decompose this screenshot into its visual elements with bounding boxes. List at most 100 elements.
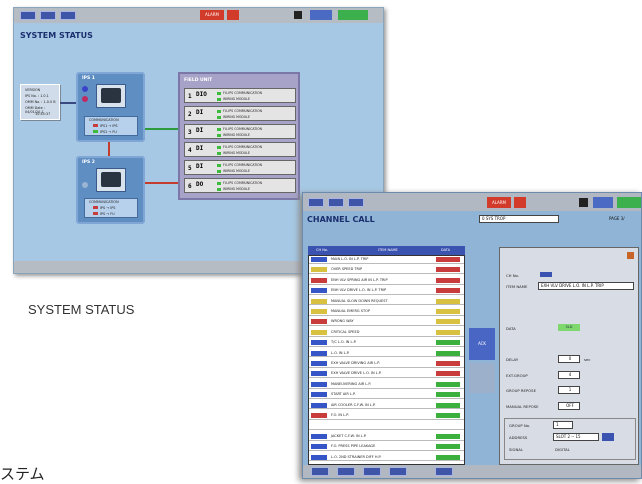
- table-row[interactable]: F.O. IN L.P.: [309, 412, 464, 420]
- field-unit-row[interactable]: 5 DI FU-IPS COMMUNICATION WIRING MODULE: [184, 160, 296, 175]
- ch-no-swatch: [311, 423, 327, 429]
- status-indicator: [294, 11, 302, 19]
- table-row[interactable]: MANUAL SLOW DOWN REQUEST: [309, 298, 464, 306]
- label-group-no: GROUP No.: [509, 423, 531, 428]
- cc-alarm-button[interactable]: ALARM: [487, 197, 511, 208]
- cc-search-field[interactable]: 0 SYS TROP: [479, 215, 559, 223]
- address-set-button[interactable]: [602, 433, 614, 441]
- ips2-comm-label: COMMUNICATION: [89, 200, 119, 204]
- table-row[interactable]: EXH VALVE DRIVING AIR L.P.: [309, 360, 464, 368]
- address-field: SLOT 2 -- 15: [553, 433, 599, 441]
- field-unit-type: DIO: [196, 91, 207, 98]
- table-row[interactable]: L.O. IN L.P.: [309, 350, 464, 358]
- field-unit-status2: WIRING MODULE: [217, 169, 250, 173]
- cc-alarm-indicator[interactable]: [514, 197, 526, 208]
- field-unit-number: 1: [188, 93, 192, 100]
- cc-bottom-button-2[interactable]: [337, 467, 355, 476]
- table-row[interactable]: OVER SPEED TRIP: [309, 266, 464, 275]
- cc-title: CHANNEL CALL: [307, 215, 375, 224]
- manual-repose-field[interactable]: OFF: [558, 402, 580, 410]
- data-status: [436, 267, 460, 273]
- signal-value: DIGITAL: [555, 447, 570, 452]
- toolbar-button-1[interactable]: [20, 11, 36, 20]
- label-group-repose: GROUP REPOSE: [506, 388, 536, 393]
- data-status: [436, 433, 460, 439]
- table-row[interactable]: MANEUVERING AIR L.P.: [309, 381, 464, 389]
- table-row[interactable]: MAIN L.O. IN L.P. TRIP: [309, 256, 464, 264]
- cc-bottom-button-4[interactable]: [389, 467, 407, 476]
- group-no-field[interactable]: 1: [553, 421, 573, 429]
- label-delay: DELAY: [506, 357, 519, 362]
- cc-toolbar-button-3[interactable]: [348, 198, 364, 207]
- table-row[interactable]: START AIR L.P.: [309, 391, 464, 399]
- table-row[interactable]: ENH VLV SPRING AIR IN L.P. TRIP: [309, 277, 464, 285]
- data-status: [436, 423, 460, 429]
- table-row[interactable]: CRITICAL SPEED: [309, 329, 464, 337]
- table-row[interactable]: T/C L.O. IN L.P.: [309, 339, 464, 347]
- ips2-panel[interactable]: IPS 2 COMMUNICATION IPS → IPS IPS → FU: [76, 156, 145, 224]
- table-row[interactable]: EXH VALVE DRIVE L.O. IN L.P.: [309, 370, 464, 379]
- field-unit-status2: WIRING MODULE: [217, 115, 250, 119]
- red-link: [144, 182, 180, 184]
- item-name: F.O. IN L.P.: [331, 413, 349, 417]
- label-item-name: ITEM NAME: [506, 284, 528, 289]
- header-item-name: ITEM NAME: [378, 248, 398, 252]
- toolbar-button-3[interactable]: [60, 11, 76, 20]
- data-value: SLD: [558, 324, 580, 331]
- group-repose-field[interactable]: 1: [558, 386, 580, 394]
- blank-button[interactable]: [469, 363, 495, 393]
- data-status: [436, 277, 460, 283]
- item-name: MANEUVERING AIR L.P.: [331, 381, 372, 386]
- ips2-monitor-icon: [96, 168, 126, 192]
- ips2-communication: COMMUNICATION IPS → IPS IPS → FU: [84, 198, 138, 218]
- ext-group-field[interactable]: 4: [558, 371, 580, 379]
- field-unit-row[interactable]: 4 DI FU-IPS COMMUNICATION WIRING MODULE: [184, 142, 296, 157]
- table-row[interactable]: MANUAL EMERG STOP: [309, 308, 464, 316]
- data-status: [436, 340, 460, 346]
- field-unit-type: DI: [196, 145, 204, 152]
- ips-link: [108, 141, 110, 157]
- field-unit-status2: WIRING MODULE: [217, 133, 250, 137]
- delay-field[interactable]: 0: [558, 355, 580, 363]
- toolbar-button-2[interactable]: [40, 11, 56, 20]
- alarm-button[interactable]: ALARM: [200, 10, 224, 20]
- field-unit-row[interactable]: 6 DO FU-IPS COMMUNICATION WIRING MODULE: [184, 178, 296, 193]
- cc-bottom-button-1[interactable]: [311, 467, 329, 476]
- item-name: F.O. PRESS PIPE LEAKAGE: [331, 444, 376, 449]
- ch-no-swatch: [311, 413, 327, 418]
- cc-table-header: CH No. ITEM NAME DATA: [308, 246, 465, 255]
- label-address: ADDRESS: [509, 435, 528, 440]
- close-icon[interactable]: [627, 252, 634, 259]
- field-unit-status2: WIRING MODULE: [217, 187, 250, 191]
- field-unit-status1: FU-IPS COMMUNICATION: [217, 145, 262, 149]
- cc-toolbar-button-1[interactable]: [308, 198, 324, 207]
- ch-no-swatch: [311, 371, 327, 377]
- cc-clock-display: [617, 197, 641, 208]
- ips2-led: [82, 182, 88, 188]
- table-row[interactable]: WRONG WAY: [309, 318, 464, 327]
- cc-bottom-button-3[interactable]: [363, 467, 381, 476]
- ips1-panel[interactable]: IPS 1 COMMUNICATION IPS1 → IPS IPS2 → FU: [76, 72, 145, 142]
- item-name: ENH VLV SPRING AIR IN L.P. TRIP: [331, 277, 388, 282]
- field-unit-status2: WIRING MODULE: [217, 97, 250, 101]
- table-row[interactable]: F.O. PRESS PIPE LEAKAGE: [309, 443, 464, 451]
- field-unit-number: 5: [188, 165, 192, 172]
- table-row[interactable]: JACKET C.F.W. IN L.P.: [309, 433, 464, 441]
- cc-toolbar-button-2[interactable]: [328, 198, 344, 207]
- cc-bottom-button-5[interactable]: [435, 467, 453, 476]
- cc-mode-button[interactable]: [593, 197, 613, 208]
- field-unit-row[interactable]: 2 DI FU-IPS COMMUNICATION WIRING MODULE: [184, 106, 296, 121]
- data-status: [436, 444, 460, 450]
- field-unit-row[interactable]: 1 DIO FU-IPS COMMUNICATION WIRING MODULE: [184, 88, 296, 103]
- mode-button[interactable]: [310, 10, 332, 20]
- alarm-indicator[interactable]: [227, 10, 239, 20]
- table-row[interactable]: AIR COOLER C.F.W. IN L.P.: [309, 402, 464, 410]
- table-row[interactable]: [309, 422, 464, 431]
- data-status: [436, 371, 460, 377]
- ack-button[interactable]: ACK: [469, 328, 495, 360]
- table-row[interactable]: ENH VLV DRIVE L.O. IN L.P. TRIP: [309, 287, 464, 295]
- ch-no-swatch: [311, 444, 327, 450]
- table-row[interactable]: L.O. 2ND STRAINER DIFF H.P.: [309, 454, 464, 462]
- data-status: [436, 288, 460, 294]
- field-unit-row[interactable]: 3 DI FU-IPS COMMUNICATION WIRING MODULE: [184, 124, 296, 139]
